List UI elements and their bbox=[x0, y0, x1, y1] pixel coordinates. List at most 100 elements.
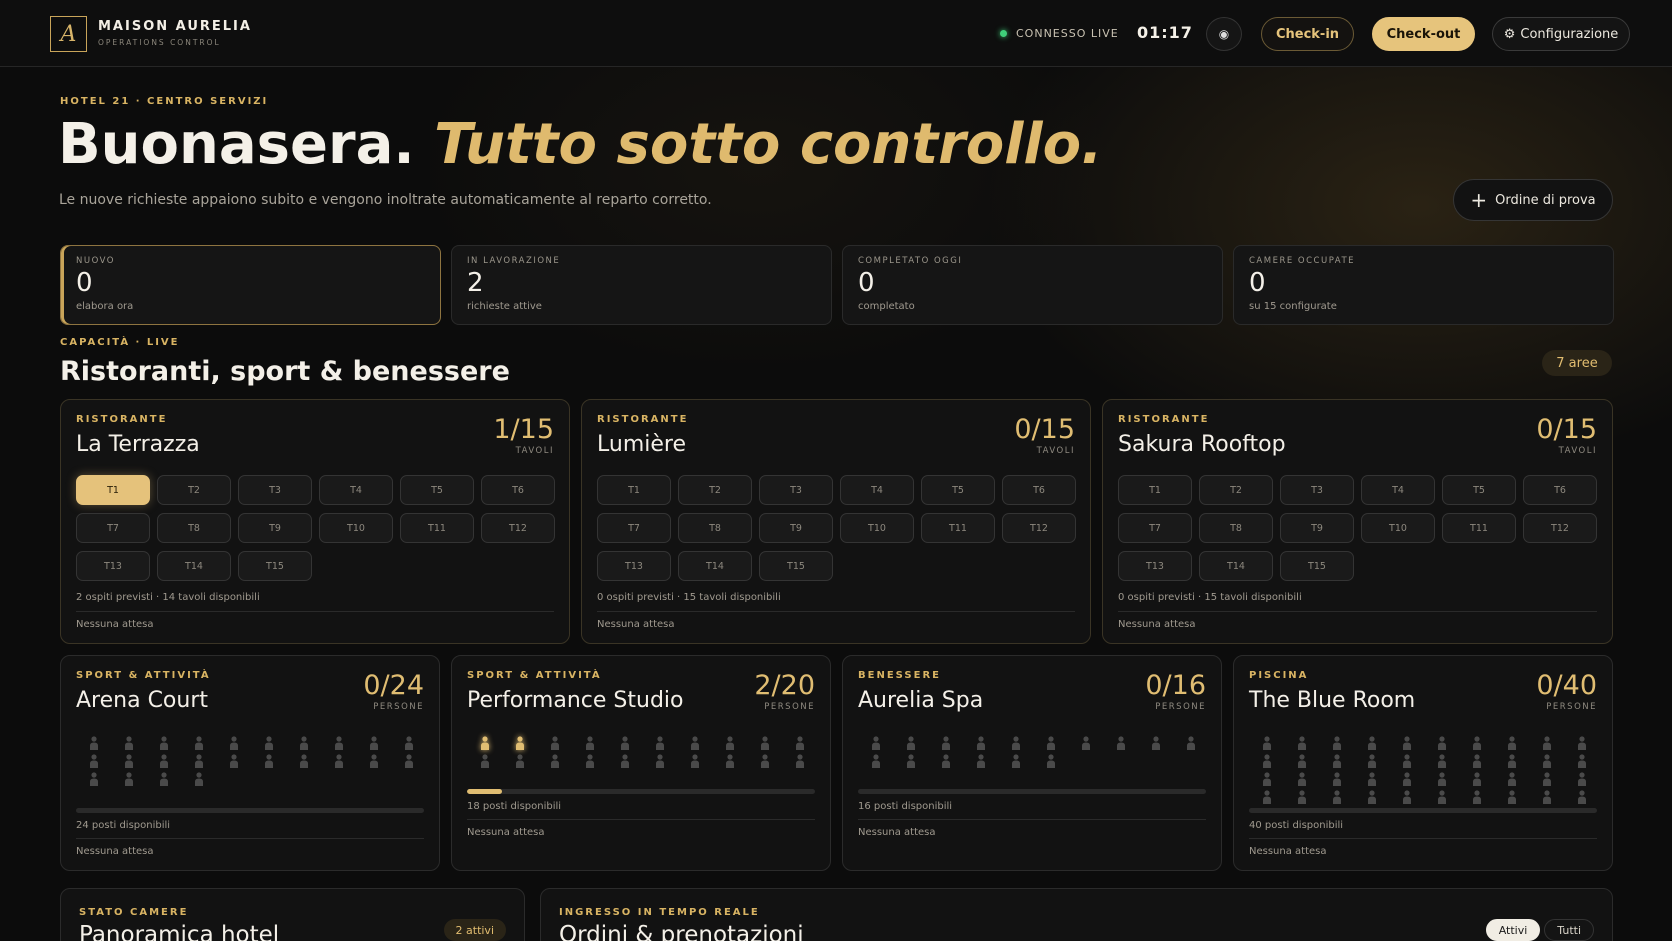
table-slot[interactable]: T4 bbox=[840, 475, 914, 505]
person-icon bbox=[572, 752, 607, 769]
table-slot[interactable]: T12 bbox=[1523, 513, 1597, 543]
table-slot[interactable]: T14 bbox=[1199, 551, 1273, 581]
person-icon bbox=[747, 734, 782, 751]
stat-card-new[interactable]: NUOVO 0 elabora ora bbox=[60, 245, 441, 325]
filter-active-button[interactable]: Attivi bbox=[1485, 919, 1541, 941]
table-slot[interactable]: T6 bbox=[481, 475, 555, 505]
person-icon bbox=[963, 752, 998, 769]
table-slot[interactable]: T15 bbox=[1280, 551, 1354, 581]
table-slot[interactable]: T11 bbox=[1442, 513, 1516, 543]
table-slot[interactable]: T1 bbox=[76, 475, 150, 505]
theme-toggle-button[interactable]: ◉ bbox=[1206, 17, 1242, 51]
restaurant-card[interactable]: RISTORANTE La Terrazza 1/15 TAVOLI T1 T2 T… bbox=[60, 399, 570, 644]
table-slot[interactable]: T8 bbox=[678, 513, 752, 543]
person-icon bbox=[537, 752, 572, 769]
table-slot[interactable]: T1 bbox=[597, 475, 671, 505]
person-icon bbox=[1319, 734, 1354, 751]
person-icon bbox=[1354, 752, 1389, 769]
table-slot[interactable]: T11 bbox=[921, 513, 995, 543]
plus-icon: + bbox=[1470, 188, 1488, 212]
table-slot[interactable]: T8 bbox=[1199, 513, 1273, 543]
facility-card[interactable]: BENESSERE Aurelia Spa 0/16 PERSONE 16 po… bbox=[842, 655, 1222, 871]
table-slot[interactable]: T12 bbox=[481, 513, 555, 543]
card-name: Arena Court bbox=[76, 688, 208, 713]
table-slot[interactable]: T5 bbox=[400, 475, 474, 505]
card-unit: PERSONE bbox=[373, 702, 424, 712]
card-unit: TAVOLI bbox=[515, 446, 554, 456]
table-grid: T1 T2 T3 T4 T5 T6 T7 T8 T9 T10 T11 T12 T13 T14 T15 bbox=[597, 475, 1077, 581]
card-category: RISTORANTE bbox=[597, 414, 689, 425]
table-slot[interactable]: T15 bbox=[759, 551, 833, 581]
table-slot[interactable]: T14 bbox=[157, 551, 231, 581]
table-slot[interactable]: T10 bbox=[1361, 513, 1435, 543]
stat-card-completed[interactable]: COMPLETATO OGGI 0 completato bbox=[842, 245, 1223, 325]
table-slot[interactable]: T2 bbox=[678, 475, 752, 505]
brand-name: MAISON AURELIA bbox=[98, 19, 252, 34]
table-slot[interactable]: T12 bbox=[1002, 513, 1076, 543]
card-unit: TAVOLI bbox=[1558, 446, 1597, 456]
table-slot[interactable]: T15 bbox=[238, 551, 312, 581]
table-slot[interactable]: T10 bbox=[319, 513, 393, 543]
stat-card-in-progress[interactable]: IN LAVORAZIONE 2 richieste attive bbox=[451, 245, 832, 325]
person-icon bbox=[1424, 734, 1459, 751]
card-name: Performance Studio bbox=[467, 688, 684, 713]
table-slot[interactable]: T5 bbox=[1442, 475, 1516, 505]
table-slot[interactable]: T2 bbox=[1199, 475, 1273, 505]
table-slot[interactable]: T3 bbox=[238, 475, 312, 505]
table-slot[interactable]: T4 bbox=[319, 475, 393, 505]
person-icon bbox=[607, 734, 642, 751]
card-count: 0/40 bbox=[1536, 670, 1597, 701]
check-in-button[interactable]: Check-in bbox=[1261, 17, 1354, 51]
table-slot[interactable]: T2 bbox=[157, 475, 231, 505]
check-out-button[interactable]: Check-out bbox=[1372, 17, 1475, 51]
person-icon bbox=[251, 734, 286, 751]
person-icon bbox=[998, 752, 1033, 769]
divider bbox=[1118, 611, 1597, 612]
table-slot[interactable]: T14 bbox=[678, 551, 752, 581]
person-icon bbox=[1354, 770, 1389, 787]
table-slot[interactable]: T4 bbox=[1361, 475, 1435, 505]
person-icon bbox=[181, 734, 216, 751]
table-slot[interactable]: T11 bbox=[400, 513, 474, 543]
restaurant-card[interactable]: RISTORANTE Lumière 0/15 TAVOLI T1 T2 T3 T4 T… bbox=[581, 399, 1091, 644]
configuration-button[interactable]: ⚙ Configurazione bbox=[1492, 17, 1630, 51]
facility-card[interactable]: SPORT & ATTIVITÀ Arena Court 0/24 PERSON… bbox=[60, 655, 440, 871]
table-slot[interactable]: T9 bbox=[759, 513, 833, 543]
table-slot[interactable]: T7 bbox=[76, 513, 150, 543]
table-slot[interactable]: T1 bbox=[1118, 475, 1192, 505]
person-icon bbox=[216, 752, 251, 769]
table-slot[interactable]: T7 bbox=[1118, 513, 1192, 543]
card-wait: Nessuna attesa bbox=[76, 619, 154, 630]
table-slot[interactable]: T3 bbox=[759, 475, 833, 505]
person-icon bbox=[76, 734, 111, 751]
table-slot[interactable]: T6 bbox=[1002, 475, 1076, 505]
table-slot[interactable]: T8 bbox=[157, 513, 231, 543]
filter-all-button[interactable]: Tutti bbox=[1544, 919, 1594, 941]
table-slot[interactable]: T9 bbox=[238, 513, 312, 543]
table-slot[interactable]: T6 bbox=[1523, 475, 1597, 505]
person-icon bbox=[1564, 770, 1599, 787]
test-order-button[interactable]: + Ordine di prova bbox=[1453, 179, 1613, 221]
person-icon bbox=[642, 734, 677, 751]
table-slot[interactable]: T9 bbox=[1280, 513, 1354, 543]
stat-card-rooms[interactable]: CAMERE OCCUPATE 0 su 15 configurate bbox=[1233, 245, 1614, 325]
person-icon bbox=[747, 752, 782, 769]
table-slot[interactable]: T10 bbox=[840, 513, 914, 543]
table-slot[interactable]: T3 bbox=[1280, 475, 1354, 505]
table-slot[interactable]: T5 bbox=[921, 475, 995, 505]
table-slot[interactable]: T7 bbox=[597, 513, 671, 543]
title-main: Buonasera. bbox=[58, 112, 415, 177]
table-slot[interactable]: T13 bbox=[597, 551, 671, 581]
card-count: 0/15 bbox=[1536, 414, 1597, 445]
section-title: Ristoranti, sport & benessere bbox=[60, 356, 510, 387]
restaurant-card[interactable]: RISTORANTE Sakura Rooftop 0/15 TAVOLI T1… bbox=[1102, 399, 1613, 644]
facility-card[interactable]: SPORT & ATTIVITÀ Performance Studio 2/20… bbox=[451, 655, 831, 871]
person-icon bbox=[998, 734, 1033, 751]
facility-card[interactable]: PISCINA The Blue Room 0/40 PERSONE 40 po… bbox=[1233, 655, 1613, 871]
table-slot[interactable]: T13 bbox=[76, 551, 150, 581]
person-icon bbox=[1529, 770, 1564, 787]
person-icon bbox=[1319, 752, 1354, 769]
table-slot[interactable]: T13 bbox=[1118, 551, 1192, 581]
person-icon bbox=[1033, 734, 1068, 751]
card-name: The Blue Room bbox=[1249, 688, 1416, 713]
